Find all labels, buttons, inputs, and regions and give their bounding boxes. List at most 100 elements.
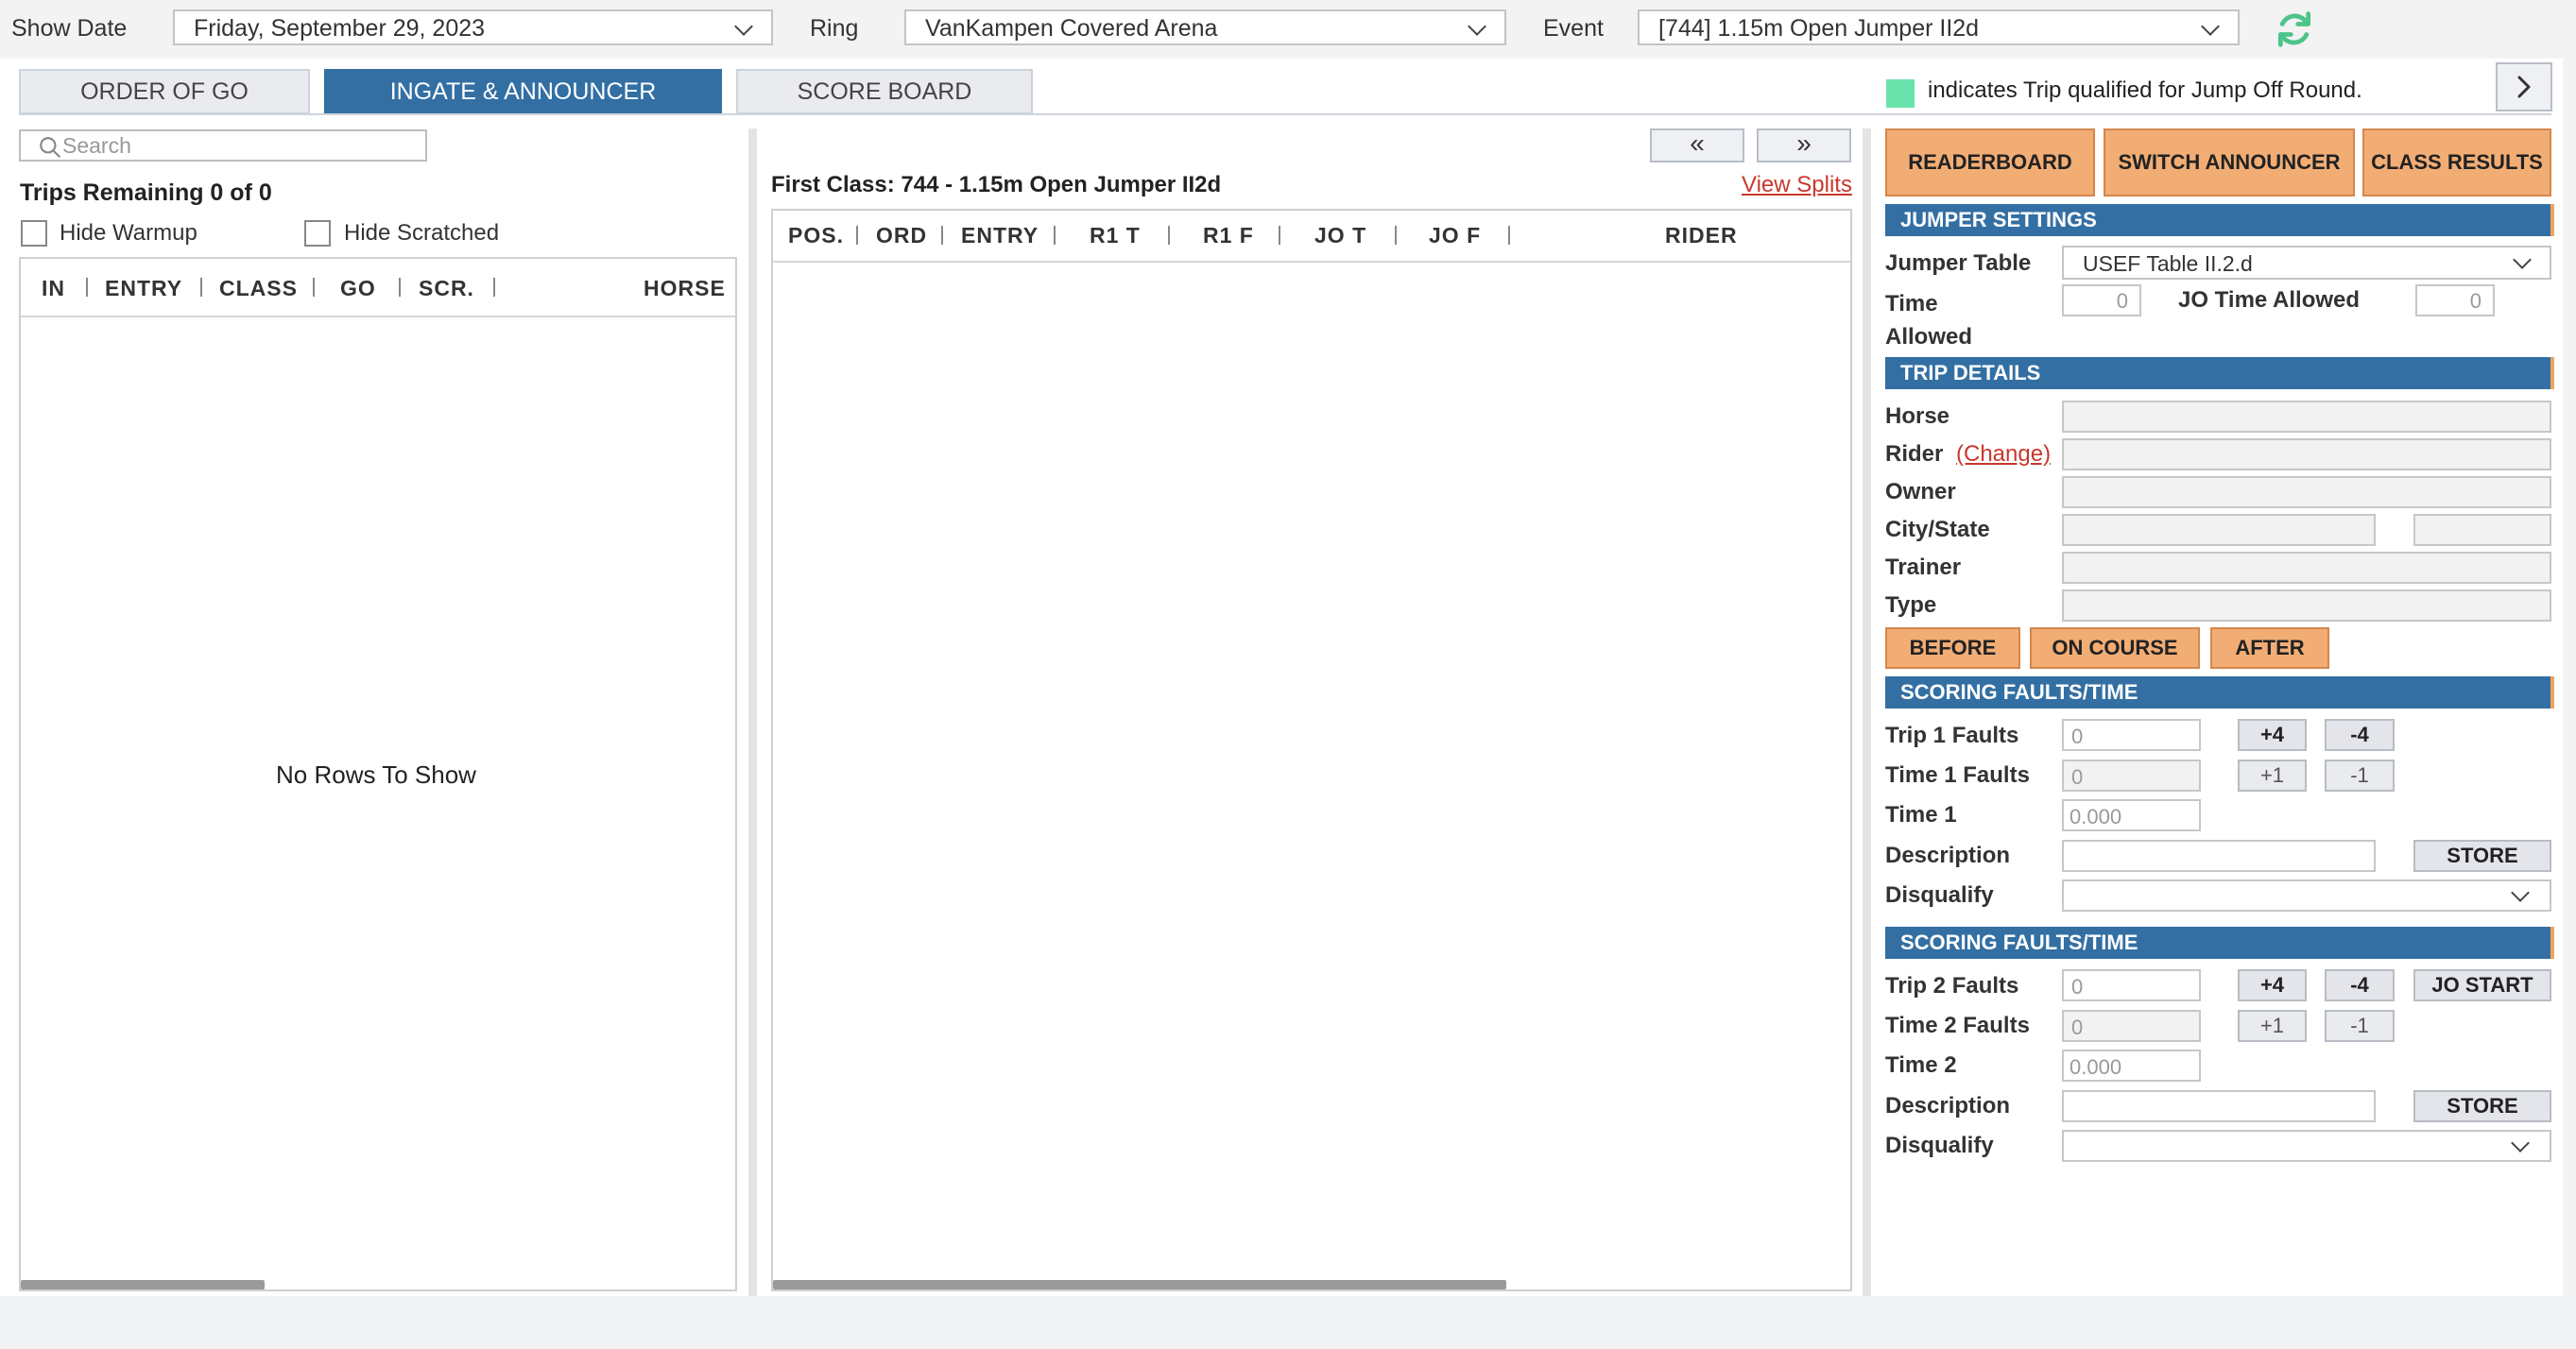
show-date-select[interactable]: Friday, September 29, 2023 xyxy=(173,9,773,45)
col-jo-f[interactable]: JO F xyxy=(1429,223,1481,248)
owner-field[interactable] xyxy=(2062,476,2551,508)
state-field[interactable] xyxy=(2413,514,2551,546)
minus-1-button[interactable]: -1 xyxy=(2325,1010,2395,1042)
horizontal-scrollbar[interactable] xyxy=(773,1280,1506,1289)
col-pos[interactable]: POS. xyxy=(788,223,844,248)
tab-score-board[interactable]: SCORE BOARD xyxy=(736,69,1033,114)
hide-scratched-checkbox[interactable] xyxy=(304,220,331,247)
col-r1-t[interactable]: R1 T xyxy=(1090,223,1141,248)
disqualify-1-select[interactable] xyxy=(2062,879,2551,912)
owner-label: Owner xyxy=(1885,479,1956,504)
col-ord[interactable]: ORD xyxy=(876,223,927,248)
jo-start-button[interactable]: JO START xyxy=(2413,969,2551,1001)
event-value: [744] 1.15m Open Jumper II2d xyxy=(1658,15,1980,42)
col-entry[interactable]: ENTRY xyxy=(105,276,182,301)
description-1-input[interactable] xyxy=(2062,840,2376,872)
view-splits-link[interactable]: View Splits xyxy=(1742,172,1852,198)
store-2-button[interactable]: STORE xyxy=(2413,1090,2551,1122)
type-field[interactable] xyxy=(2062,589,2551,622)
time-1-input[interactable]: 0.000 xyxy=(2062,799,2201,831)
col-entry[interactable]: ENTRY xyxy=(961,223,1039,248)
store-1-button[interactable]: STORE xyxy=(2413,840,2551,872)
ring-value: VanKampen Covered Arena xyxy=(925,15,1218,42)
city-field[interactable] xyxy=(2062,514,2376,546)
tab-ingate-announcer[interactable]: INGATE & ANNOUNCER xyxy=(324,69,722,114)
plus-4-button[interactable]: +4 xyxy=(2238,719,2307,751)
trip-1-faults-input[interactable]: 0 xyxy=(2062,719,2201,751)
col-separator[interactable] xyxy=(399,278,401,297)
next-class-button[interactable]: » xyxy=(1757,128,1851,162)
plus-1-button[interactable]: +1 xyxy=(2238,1010,2307,1042)
switch-announcer-button[interactable]: SWITCH ANNOUNCER xyxy=(2104,128,2355,196)
time-2-faults-input[interactable]: 0 xyxy=(2062,1010,2201,1042)
panel-splitter[interactable] xyxy=(1863,128,1871,1296)
trips-remaining: Trips Remaining 0 of 0 xyxy=(20,179,272,206)
time-1-label: Time 1 xyxy=(1885,802,1957,828)
time-allowed-input[interactable]: 0 xyxy=(2062,284,2141,316)
description-2-input[interactable] xyxy=(2062,1090,2376,1122)
minus-4-button[interactable]: -4 xyxy=(2325,719,2395,751)
scoring-1-header: SCORING FAULTS/TIME xyxy=(1885,676,2554,709)
trip-2-faults-label: Trip 2 Faults xyxy=(1885,973,2019,999)
time-2-input[interactable]: 0.000 xyxy=(2062,1050,2201,1082)
col-separator[interactable] xyxy=(200,278,202,297)
time-1-faults-input[interactable]: 0 xyxy=(2062,760,2201,792)
time-1-faults-label: Time 1 Faults xyxy=(1885,762,2030,788)
change-rider-link[interactable]: (Change) xyxy=(1956,441,2051,468)
plus-4-button[interactable]: +4 xyxy=(2238,969,2307,1001)
type-label: Type xyxy=(1885,592,1937,618)
event-select[interactable]: [744] 1.15m Open Jumper II2d xyxy=(1638,9,2240,45)
rider-field[interactable] xyxy=(2062,438,2551,470)
jumper-table-label: Jumper Table xyxy=(1885,250,2032,276)
disqualify-2-select[interactable] xyxy=(2062,1130,2551,1162)
trainer-field[interactable] xyxy=(2062,552,2551,584)
col-separator[interactable] xyxy=(1054,226,1056,245)
previous-class-button[interactable]: « xyxy=(1650,128,1744,162)
col-jo-t[interactable]: JO T xyxy=(1314,223,1366,248)
jumper-table-select[interactable]: USEF Table II.2.d xyxy=(2062,246,2551,280)
class-results-button[interactable]: CLASS RESULTS xyxy=(2362,128,2551,196)
time-2-label: Time 2 xyxy=(1885,1052,1957,1078)
top-bar: Show Date Friday, September 29, 2023 Rin… xyxy=(0,0,2563,59)
trip-2-faults-input[interactable]: 0 xyxy=(2062,969,2201,1001)
minus-4-button[interactable]: -4 xyxy=(2325,969,2395,1001)
col-separator[interactable] xyxy=(86,278,88,297)
col-go[interactable]: GO xyxy=(340,276,376,301)
readerboard-button[interactable]: READERBOARD xyxy=(1885,128,2095,196)
plus-1-button[interactable]: +1 xyxy=(2238,760,2307,792)
col-horse[interactable]: HORSE xyxy=(644,276,726,301)
col-r1-f[interactable]: R1 F xyxy=(1203,223,1254,248)
time-allowed-label: Time Allowed xyxy=(1885,291,1973,350)
horizontal-scrollbar[interactable] xyxy=(21,1280,265,1289)
horse-field[interactable] xyxy=(2062,401,2551,433)
jo-time-allowed-input[interactable]: 0 xyxy=(2415,284,2495,316)
col-in[interactable]: IN xyxy=(42,276,65,301)
col-separator[interactable] xyxy=(493,278,495,297)
chevron-down-icon xyxy=(1468,17,1486,36)
hide-warmup-checkbox[interactable] xyxy=(21,220,47,247)
qualified-legend-text: indicates Trip qualified for Jump Off Ro… xyxy=(1928,77,2362,103)
time-allowed-value: 0 xyxy=(2116,289,2128,313)
refresh-icon[interactable] xyxy=(2274,9,2315,55)
col-separator[interactable] xyxy=(1168,226,1170,245)
panel-splitter[interactable] xyxy=(748,128,757,1296)
on-course-button[interactable]: ON COURSE xyxy=(2030,627,2200,669)
col-separator[interactable] xyxy=(1508,226,1510,245)
city-state-label: City/State xyxy=(1885,517,1990,542)
col-separator[interactable] xyxy=(941,226,943,245)
chevron-down-icon xyxy=(2511,883,2530,902)
col-rider[interactable]: RIDER xyxy=(1665,223,1738,248)
after-button[interactable]: AFTER xyxy=(2210,627,2329,669)
col-separator[interactable] xyxy=(1279,226,1280,245)
tab-order-of-go[interactable]: ORDER OF GO xyxy=(19,69,310,114)
col-scr[interactable]: SCR. xyxy=(419,276,474,301)
trip-2-faults-placeholder: 0 xyxy=(2071,975,2084,999)
ring-select[interactable]: VanKampen Covered Arena xyxy=(904,9,1506,45)
col-separator[interactable] xyxy=(313,278,315,297)
col-separator[interactable] xyxy=(1395,226,1397,245)
before-button[interactable]: BEFORE xyxy=(1885,627,2020,669)
minus-1-button[interactable]: -1 xyxy=(2325,760,2395,792)
col-class[interactable]: CLASS xyxy=(219,276,298,301)
col-separator[interactable] xyxy=(856,226,858,245)
expand-panel-button[interactable] xyxy=(2496,62,2552,111)
